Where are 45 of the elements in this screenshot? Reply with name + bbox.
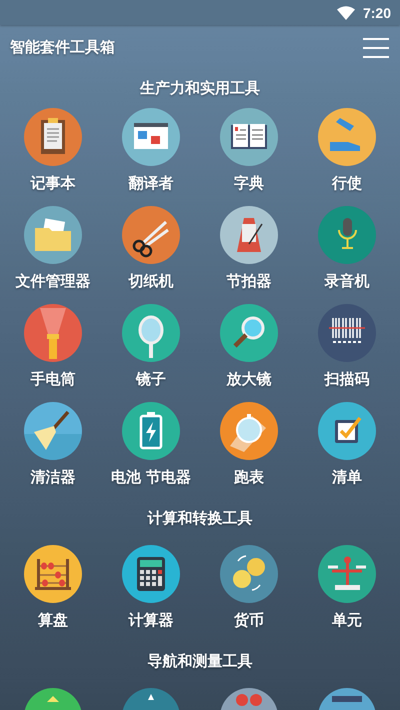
tool-button[interactable]: 字典 (200, 108, 298, 192)
metronome-icon (220, 206, 278, 264)
tool-button[interactable]: 电池 节电器 (102, 402, 200, 486)
flashlight-icon (24, 304, 82, 362)
scissors-icon (122, 206, 180, 264)
tool-button[interactable]: 镜子 (102, 304, 200, 388)
mirror-icon (122, 304, 180, 362)
tool-button[interactable]: 跑表 (200, 402, 298, 486)
app-title: 智能套件工具箱 (10, 38, 115, 57)
abacus-icon (24, 545, 82, 603)
tool-button[interactable]: 扫描码 (298, 304, 396, 388)
tool-button[interactable]: 清单 (298, 402, 396, 486)
battery-icon (122, 402, 180, 460)
tool-button[interactable]: 单元 (298, 545, 396, 629)
wifi-icon (336, 6, 355, 20)
tool-button[interactable]: 手电筒 (4, 304, 102, 388)
checkbox-icon (318, 402, 376, 460)
coins-icon (220, 545, 278, 603)
tool-button[interactable]: 放大镜 (200, 304, 298, 388)
tool-button[interactable]: 清洁器 (4, 402, 102, 486)
section-title: 导航和测量工具 (146, 651, 254, 671)
calculator-icon (122, 545, 180, 603)
tool-button[interactable]: 文件管理器 (4, 206, 102, 290)
tool-button[interactable]: 货币 (200, 545, 298, 629)
section-title: 计算和转换工具 (146, 508, 254, 528)
menu-icon[interactable] (363, 38, 389, 58)
tool-button[interactable]: 切纸机 (102, 206, 200, 290)
tool-button[interactable]: 翻译者 (102, 108, 200, 192)
scale-icon (318, 545, 376, 603)
status-time: 7:20 (362, 4, 391, 20)
microphone-icon (318, 206, 376, 264)
barcode-icon (318, 304, 376, 362)
tool-button[interactable]: 计算器 (102, 545, 200, 629)
stopwatch-icon (220, 402, 278, 460)
tool-button[interactable]: 算盘 (4, 545, 102, 629)
tool-button[interactable]: 节拍器 (200, 206, 298, 290)
tool-button[interactable]: 记事本 (4, 108, 102, 192)
magnifier-icon (220, 304, 278, 362)
folder-icon (24, 206, 82, 264)
tool-button[interactable]: 行使 (298, 108, 396, 192)
broom-icon (24, 402, 82, 460)
clipboard-icon (24, 108, 82, 166)
section-title: 生产力和实用工具 (138, 78, 261, 98)
book-icon (220, 108, 278, 166)
tool-button[interactable]: 录音机 (298, 206, 396, 290)
